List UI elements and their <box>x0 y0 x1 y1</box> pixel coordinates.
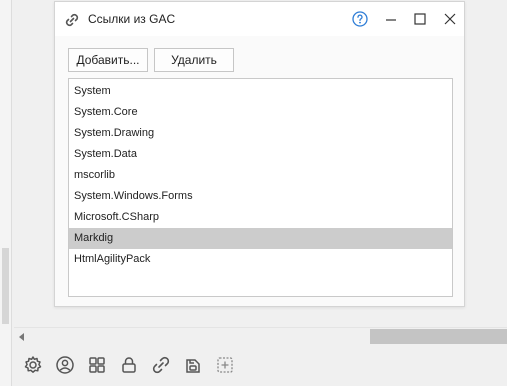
link-icon[interactable] <box>150 354 172 376</box>
maximize-button[interactable] <box>412 11 428 27</box>
add-button[interactable]: Добавить... <box>68 48 148 72</box>
database-icon[interactable] <box>182 354 204 376</box>
list-item[interactable]: HtmlAgilityPack <box>69 249 452 270</box>
bottom-toolbar <box>14 346 507 386</box>
assembly-list[interactable]: System System.Core System.Drawing System… <box>68 78 453 297</box>
scrollbar-thumb[interactable] <box>370 329 507 344</box>
grid-icon[interactable] <box>86 354 108 376</box>
delete-button[interactable]: Удалить <box>154 48 234 72</box>
gear-icon[interactable] <box>22 354 44 376</box>
horizontal-scrollbar[interactable] <box>14 327 507 345</box>
user-icon[interactable] <box>54 354 76 376</box>
vertical-scrollbar-segment[interactable] <box>2 248 9 324</box>
list-item[interactable]: System.Data <box>69 144 452 165</box>
scroll-left-arrow-icon[interactable] <box>19 333 24 341</box>
list-item[interactable]: System.Drawing <box>69 123 452 144</box>
close-button[interactable] <box>442 11 458 27</box>
dialog-titlebar[interactable]: Ссылки из GAC <box>55 2 464 36</box>
list-item[interactable]: mscorlib <box>69 165 452 186</box>
list-item[interactable]: System.Core <box>69 102 452 123</box>
help-circle-icon[interactable] <box>352 11 368 27</box>
gac-references-dialog: Ссылки из GAC Добавить... Удалить System… <box>54 1 465 307</box>
lock-icon[interactable] <box>118 354 140 376</box>
link-icon <box>65 13 79 27</box>
minimize-button[interactable] <box>383 11 399 27</box>
left-panel-edge <box>0 0 12 386</box>
dialog-title: Ссылки из GAC <box>88 12 176 26</box>
list-item[interactable]: System.Windows.Forms <box>69 186 452 207</box>
list-item[interactable]: Microsoft.CSharp <box>69 207 452 228</box>
add-box-icon[interactable] <box>214 354 236 376</box>
list-item-selected[interactable]: Markdig <box>69 228 452 249</box>
list-item[interactable]: System <box>69 81 452 102</box>
